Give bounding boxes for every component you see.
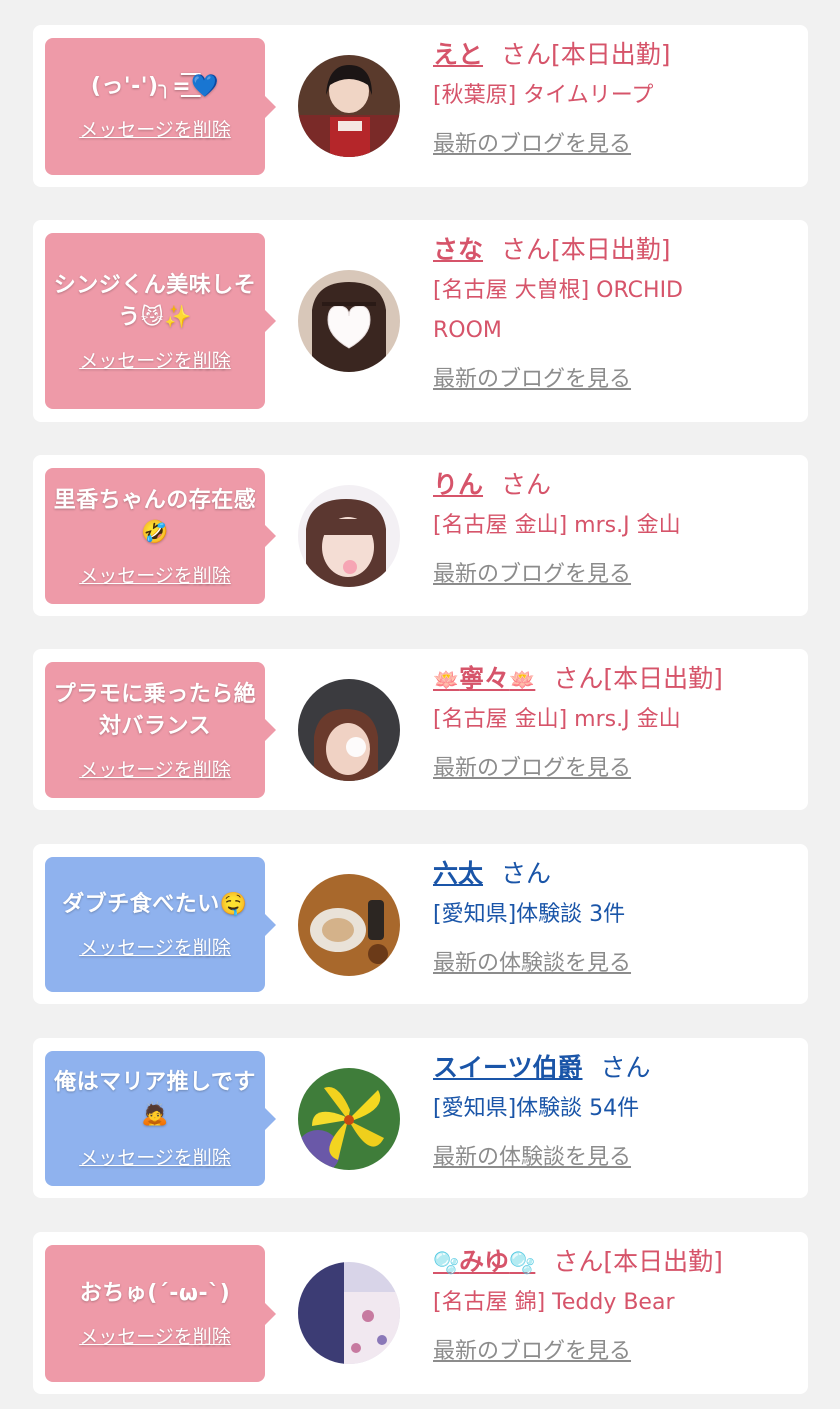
- delete-message-link[interactable]: メッセージを削除: [79, 933, 231, 960]
- honorific-status: さん[本日出勤]: [501, 235, 671, 264]
- latest-blog-link[interactable]: 最新のブログを見る: [433, 1333, 631, 1365]
- decoration-icon: 🪷: [433, 668, 460, 692]
- cast-name: えと: [433, 40, 484, 69]
- cast-name: りん: [433, 470, 484, 499]
- avatar[interactable]: [298, 679, 400, 781]
- message-text: シンジくん美味しそう😼✨: [53, 272, 257, 330]
- message-bubble: おちゅ(´-ω-`) メッセージを削除: [45, 1245, 276, 1382]
- cast-name: みゆ: [459, 1247, 510, 1276]
- delete-message-link[interactable]: メッセージを削除: [79, 115, 231, 142]
- cast-name: 寧々: [459, 664, 510, 693]
- cast-name-link[interactable]: えと: [433, 40, 483, 69]
- review-count-label: [愛知県]体験談 3件: [433, 902, 626, 927]
- list-item: (っ'-')╮=͟͟͞͞💙 メッセージを削除 えと さん[本日出勤] [秋葉原] …: [33, 25, 808, 187]
- name-line: 🪷寧々🪷 さん[本日出勤]: [433, 659, 796, 700]
- message-text: おちゅ(´-ω-`): [79, 1281, 231, 1306]
- honorific-status: さん[本日出勤]: [501, 40, 671, 69]
- reviewer-name-link[interactable]: 六太: [433, 859, 483, 888]
- decoration-icon: 🪷: [509, 668, 536, 692]
- message-text: ダブチ食べたい🤤: [62, 892, 248, 917]
- list-item: シンジくん美味しそう😼✨ メッセージを削除 さな さん[本日出勤] [名古屋 大曽…: [33, 220, 808, 422]
- message-bubble: (っ'-')╮=͟͟͞͞💙 メッセージを削除: [45, 38, 276, 175]
- profile-info: えと さん[本日出勤] [秋葉原] タイムリープ 最新のブログを見る: [433, 35, 796, 158]
- message-bubble: 里香ちゃんの存在感🤣 メッセージを削除: [45, 468, 276, 604]
- shop-label: [秋葉原] タイムリープ: [433, 83, 654, 108]
- message-text: プラモに乗ったら絶対バランス: [53, 681, 257, 739]
- avatar[interactable]: [298, 1068, 400, 1170]
- list-item: 里香ちゃんの存在感🤣 メッセージを削除 りん さん [名古屋 金山] mrs.J …: [33, 455, 808, 616]
- shop-label: [名古屋 金山] mrs.J 金山: [433, 513, 681, 538]
- name-line: えと さん[本日出勤]: [433, 35, 796, 76]
- avatar[interactable]: [298, 1262, 400, 1364]
- shop-label: [名古屋 金山] mrs.J 金山: [433, 707, 681, 732]
- honorific-status: さん[本日出勤]: [553, 1247, 723, 1276]
- cast-name-link[interactable]: 🫧みゆ🫧: [433, 1247, 535, 1276]
- honorific-status: さん: [600, 1053, 651, 1082]
- list-item: 俺はマリア推しです🙇 メッセージを削除 スイーツ伯爵 さん [愛知県]体験談 54…: [33, 1038, 808, 1198]
- list-item: プラモに乗ったら絶対バランス メッセージを削除 🪷寧々🪷 さん[本日出勤] [名古…: [33, 649, 808, 810]
- profile-info: 六太 さん [愛知県]体験談 3件 最新の体験談を見る: [433, 854, 796, 977]
- reviewer-name: スイーツ伯爵: [433, 1053, 583, 1082]
- shop-label: [名古屋 大曽根] ORCHID ROOM: [433, 278, 683, 343]
- delete-message-link[interactable]: メッセージを削除: [79, 755, 231, 782]
- message-bubble: プラモに乗ったら絶対バランス メッセージを削除: [45, 662, 276, 798]
- message-list: (っ'-')╮=͟͟͞͞💙 メッセージを削除 えと さん[本日出勤] [秋葉原] …: [0, 0, 840, 1409]
- delete-message-link[interactable]: メッセージを削除: [79, 1322, 231, 1349]
- latest-review-link[interactable]: 最新の体験談を見る: [433, 945, 631, 977]
- cast-name-link[interactable]: りん: [433, 470, 483, 499]
- message-bubble: ダブチ食べたい🤤 メッセージを削除: [45, 857, 276, 992]
- cast-name-link[interactable]: さな: [433, 235, 483, 264]
- latest-blog-link[interactable]: 最新のブログを見る: [433, 126, 631, 158]
- delete-message-link[interactable]: メッセージを削除: [79, 1143, 231, 1170]
- name-line: 🫧みゆ🫧 さん[本日出勤]: [433, 1242, 796, 1283]
- honorific-status: さん: [501, 470, 552, 499]
- message-text: 俺はマリア推しです🙇: [54, 1070, 256, 1127]
- latest-review-link[interactable]: 最新の体験談を見る: [433, 1139, 631, 1171]
- decoration-icon: 🫧: [509, 1251, 536, 1275]
- message-bubble: 俺はマリア推しです🙇 メッセージを削除: [45, 1051, 276, 1186]
- message-bubble: シンジくん美味しそう😼✨ メッセージを削除: [45, 233, 276, 409]
- list-item: ダブチ食べたい🤤 メッセージを削除 六太 さん [愛知県]体験談 3件 最新の体験…: [33, 844, 808, 1004]
- cast-name-link[interactable]: 🪷寧々🪷: [433, 664, 535, 693]
- honorific-status: さん[本日出勤]: [553, 664, 723, 693]
- name-line: りん さん: [433, 465, 796, 506]
- name-line: さな さん[本日出勤]: [433, 230, 796, 271]
- decoration-icon: 🫧: [433, 1251, 460, 1275]
- list-item: おちゅ(´-ω-`) メッセージを削除 🫧みゆ🫧 さん[本日出勤] [名古屋 錦]…: [33, 1232, 808, 1394]
- avatar[interactable]: [298, 270, 400, 372]
- avatar[interactable]: [298, 55, 400, 157]
- delete-message-link[interactable]: メッセージを削除: [79, 346, 231, 373]
- name-line: 六太 さん: [433, 854, 796, 895]
- profile-info: スイーツ伯爵 さん [愛知県]体験談 54件 最新の体験談を見る: [433, 1048, 796, 1171]
- profile-info: 🫧みゆ🫧 さん[本日出勤] [名古屋 錦] Teddy Bear 最新のブログを見…: [433, 1242, 796, 1365]
- delete-message-link[interactable]: メッセージを削除: [79, 561, 231, 588]
- shop-label: [名古屋 錦] Teddy Bear: [433, 1290, 675, 1315]
- reviewer-name: 六太: [433, 859, 484, 888]
- review-count-label: [愛知県]体験談 54件: [433, 1096, 640, 1121]
- profile-info: 🪷寧々🪷 さん[本日出勤] [名古屋 金山] mrs.J 金山 最新のブログを見る: [433, 659, 796, 782]
- avatar[interactable]: [298, 874, 400, 976]
- message-text: (っ'-')╮=͟͟͞͞💙: [90, 74, 220, 99]
- avatar[interactable]: [298, 485, 400, 587]
- name-line: スイーツ伯爵 さん: [433, 1048, 796, 1089]
- latest-blog-link[interactable]: 最新のブログを見る: [433, 556, 631, 588]
- cast-name: さな: [433, 235, 484, 264]
- latest-blog-link[interactable]: 最新のブログを見る: [433, 361, 631, 393]
- message-text: 里香ちゃんの存在感🤣: [53, 487, 257, 545]
- latest-blog-link[interactable]: 最新のブログを見る: [433, 750, 631, 782]
- reviewer-name-link[interactable]: スイーツ伯爵: [433, 1053, 583, 1082]
- honorific-status: さん: [501, 859, 552, 888]
- profile-info: りん さん [名古屋 金山] mrs.J 金山 最新のブログを見る: [433, 465, 796, 588]
- profile-info: さな さん[本日出勤] [名古屋 大曽根] ORCHID ROOM 最新のブログを…: [433, 230, 796, 393]
